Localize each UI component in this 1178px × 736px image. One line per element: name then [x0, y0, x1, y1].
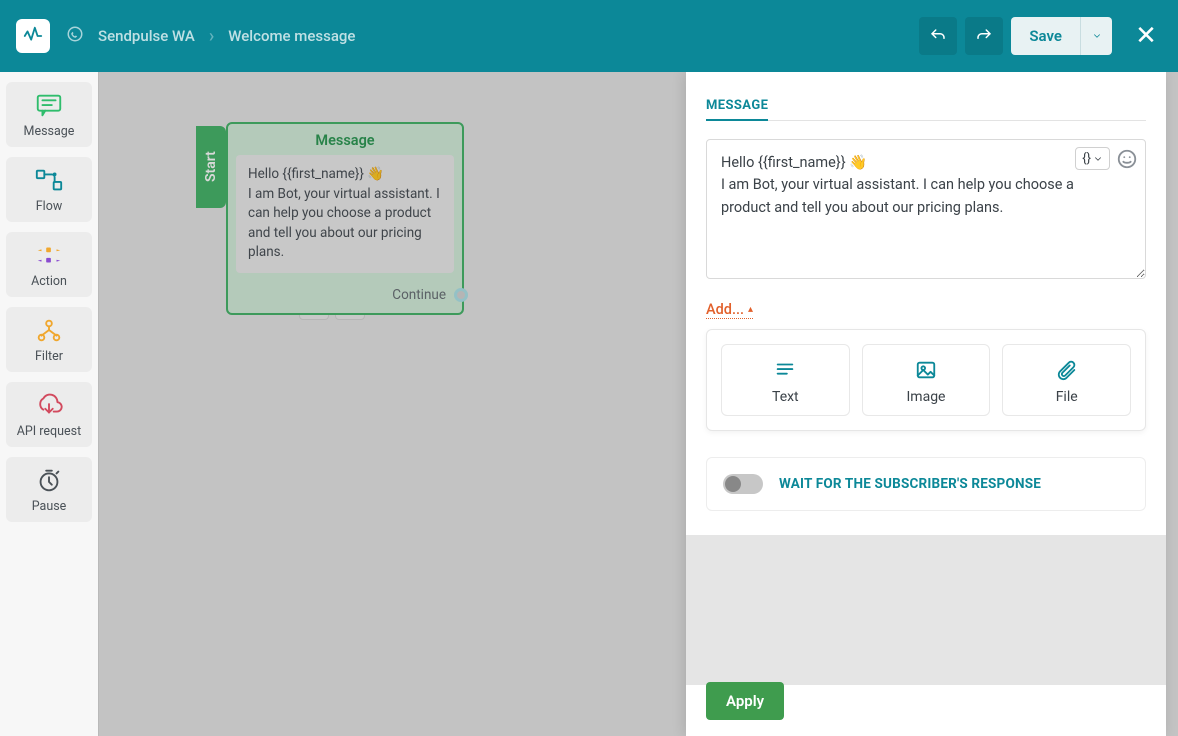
tool-message[interactable]: Message [6, 82, 92, 147]
connection-handle[interactable] [454, 288, 468, 302]
add-text-option[interactable]: Text [721, 344, 850, 416]
tool-flow-label: Flow [36, 199, 62, 214]
main-area: Message Flow Action Filter API request P… [0, 72, 1178, 736]
save-button[interactable]: Save [1011, 17, 1080, 55]
breadcrumb-flow[interactable]: Welcome message [222, 23, 361, 49]
panel-tab-message[interactable]: MESSAGE [706, 98, 768, 121]
wait-response-label: WAIT FOR THE SUBSCRIBER'S RESPONSE [779, 476, 1041, 492]
close-button[interactable]: ✕ [1130, 20, 1162, 52]
add-file-label: File [1056, 389, 1078, 405]
start-tag: Start [196, 126, 226, 208]
variable-pill-label: {} [1082, 151, 1091, 166]
add-block-toggle[interactable]: Add... ▴ [706, 301, 753, 319]
save-button-group: Save [1011, 17, 1112, 55]
insert-variable-button[interactable]: {} [1075, 147, 1110, 170]
add-file-option[interactable]: File [1002, 344, 1131, 416]
app-header: Sendpulse WA › Welcome message Save ✕ [0, 0, 1178, 72]
tool-pause[interactable]: Pause [6, 457, 92, 522]
breadcrumb-separator: › [209, 26, 214, 47]
app-logo[interactable] [16, 19, 50, 53]
wait-response-toggle[interactable] [723, 474, 763, 494]
node-footer: Continue [228, 281, 462, 313]
redo-button[interactable] [965, 17, 1003, 55]
save-dropdown-caret[interactable] [1080, 17, 1112, 55]
emoji-picker-button[interactable] [1116, 148, 1138, 170]
continue-label: Continue [392, 287, 446, 303]
tool-message-label: Message [24, 124, 75, 139]
tool-action-label: Action [31, 274, 67, 289]
caret-up-icon: ▴ [748, 304, 753, 315]
tool-pause-label: Pause [32, 499, 67, 514]
apply-button[interactable]: Apply [706, 682, 784, 720]
add-image-label: Image [907, 389, 946, 405]
whatsapp-icon [66, 25, 84, 47]
breadcrumb: Sendpulse WA › Welcome message [66, 23, 361, 49]
node-body-text: Hello {{first_name}} 👋 I am Bot, your vi… [236, 155, 454, 273]
add-text-label: Text [772, 389, 799, 405]
node-title: Message [228, 124, 462, 155]
tool-api-label: API request [17, 424, 81, 439]
header-actions: Save ✕ [919, 17, 1162, 55]
add-label: Add... [706, 301, 744, 318]
tool-flow[interactable]: Flow [6, 157, 92, 222]
undo-button[interactable] [919, 17, 957, 55]
tool-api-request[interactable]: API request [6, 382, 92, 447]
add-options: Text Image File [706, 329, 1146, 431]
tool-action[interactable]: Action [6, 232, 92, 297]
add-image-option[interactable]: Image [862, 344, 991, 416]
panel-divider [706, 120, 1146, 121]
wait-response-row: WAIT FOR THE SUBSCRIBER'S RESPONSE [706, 457, 1146, 511]
tool-filter[interactable]: Filter [6, 307, 92, 372]
panel-bottom-gap [686, 535, 1166, 685]
toolbox: Message Flow Action Filter API request P… [0, 72, 98, 736]
edit-panel: MESSAGE Hello {{first_name}} 👋 I am Bot,… [686, 72, 1166, 736]
breadcrumb-bot[interactable]: Sendpulse WA [92, 23, 201, 49]
tool-filter-label: Filter [35, 349, 63, 364]
message-node[interactable]: Start Message Hello {{first_name}} 👋 I a… [226, 122, 464, 315]
